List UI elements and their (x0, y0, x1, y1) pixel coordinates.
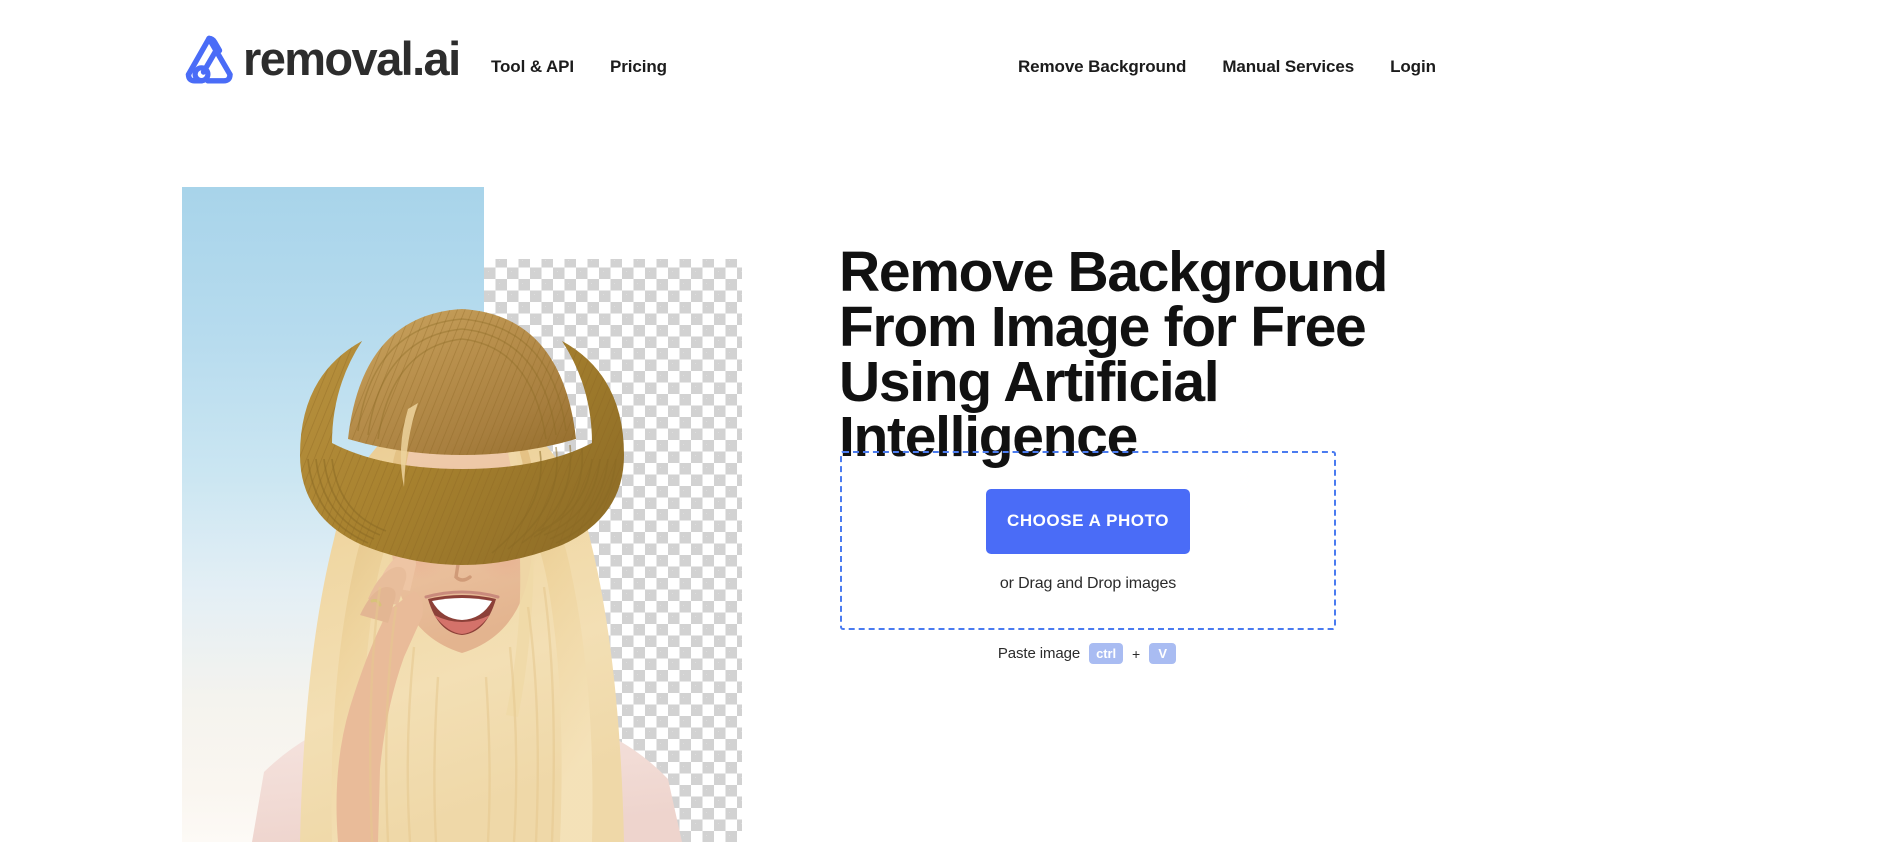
key-ctrl: ctrl (1089, 643, 1123, 664)
logo-link[interactable]: removal.ai (181, 31, 461, 86)
portrait-illustration (252, 309, 682, 842)
drag-and-drop-hint: or Drag and Drop images (999, 574, 1177, 592)
logo-text: removal.ai (243, 32, 461, 85)
paste-image-hint: Paste image ctrl + V (839, 643, 1335, 664)
nav-item-pricing[interactable]: Pricing (610, 56, 667, 78)
page-root: removal.ai Tool & API Pricing Remove Bac… (0, 0, 1877, 842)
page-title: Remove Background From Image for Free Us… (839, 240, 1388, 469)
paste-image-label: Paste image (997, 645, 1081, 662)
key-v: V (1149, 643, 1177, 664)
nav-item-manual-services[interactable]: Manual Services (1222, 56, 1354, 78)
nav-item-tool-api[interactable]: Tool & API (491, 56, 574, 78)
site-header: removal.ai Tool & API Pricing Remove Bac… (0, 0, 1877, 122)
choose-photo-button[interactable]: CHOOSE A PHOTO (986, 488, 1190, 554)
primary-nav-left: Tool & API Pricing (491, 56, 667, 78)
key-separator: + (1131, 645, 1141, 662)
nav-item-login[interactable]: Login (1390, 56, 1436, 78)
hero-section: Remove Background From Image for Free Us… (0, 122, 1877, 842)
removal-ai-logo-icon (185, 35, 233, 84)
upload-dropzone[interactable]: CHOOSE A PHOTO or Drag and Drop images (840, 451, 1336, 630)
primary-nav-right: Remove Background Manual Services Login (1018, 56, 1436, 78)
nav-item-remove-background[interactable]: Remove Background (1018, 56, 1186, 78)
before-after-photo (182, 187, 742, 842)
